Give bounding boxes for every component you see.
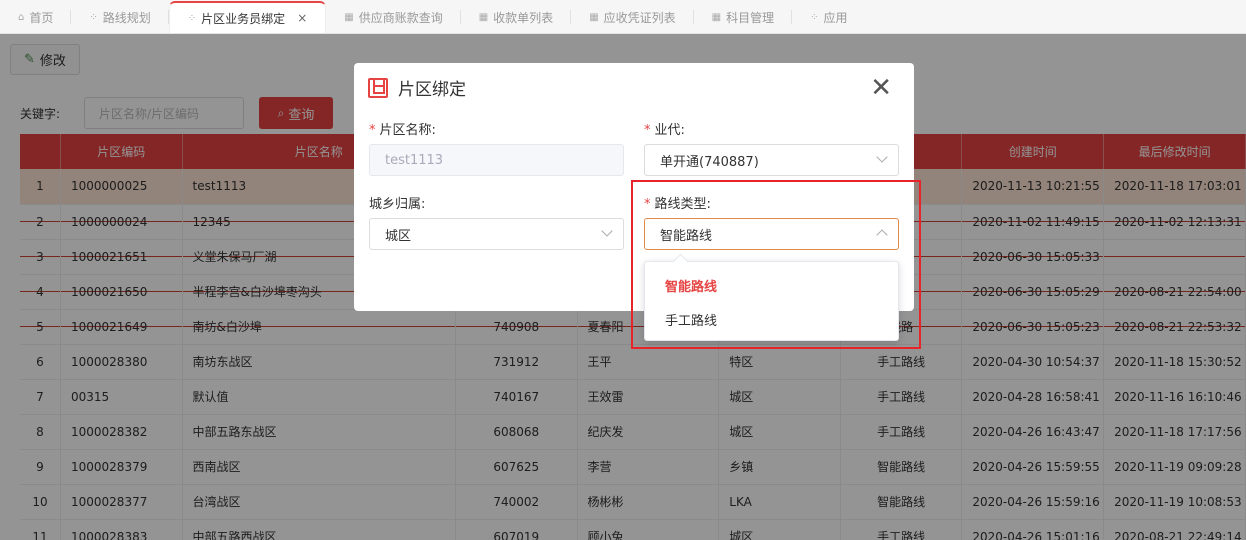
- tab-label: 片区业务员绑定: [201, 11, 286, 26]
- grid-icon: ⁘: [810, 11, 819, 23]
- tab-bar: ⌂ 首页 ⁘ 路线规划 ⁘ 片区业务员绑定 × ▦ 供应商账款查询 ▦ 收款单列表 ▦ 应收凭…: [0, 0, 1246, 34]
- tab-area-binding[interactable]: ⁘ 片区业务员绑定 ×: [168, 1, 327, 33]
- tab-apps[interactable]: ⁘ 应用: [792, 1, 865, 33]
- agent-label: * 业代:: [644, 123, 685, 138]
- close-icon[interactable]: ✕: [870, 75, 892, 101]
- tab-home[interactable]: ⌂ 首页: [0, 1, 72, 33]
- tab-receipt-list[interactable]: ▦ 收款单列表: [461, 1, 572, 33]
- area-name-label: * 片区名称:: [369, 123, 436, 138]
- tab-label: 科目管理: [726, 10, 775, 25]
- highlight-box: [631, 180, 921, 349]
- tab-label: 供应商账款查询: [358, 10, 443, 25]
- dialog-header: 片区绑定: [368, 75, 466, 100]
- tab-label: 首页: [29, 10, 54, 25]
- urban-select[interactable]: 城区: [369, 218, 624, 250]
- chevron-down-icon: [876, 151, 888, 163]
- agent-select[interactable]: 单开通(740887): [644, 144, 899, 176]
- home-icon: ⌂: [18, 11, 25, 23]
- tab-label: 收款单列表: [493, 10, 554, 25]
- close-tab-icon[interactable]: ×: [297, 11, 307, 25]
- dialog-title: 片区绑定: [398, 80, 466, 100]
- save-icon: [368, 77, 388, 98]
- tab-label: 路线规划: [102, 10, 151, 25]
- tab-label: 应用: [823, 10, 848, 25]
- apps-icon: ▦: [589, 11, 599, 23]
- apps-icon: ▦: [478, 11, 489, 23]
- apps-icon: ▦: [711, 11, 722, 23]
- tab-subject-management[interactable]: ▦ 科目管理: [694, 1, 793, 33]
- tab-supplier-account[interactable]: ▦ 供应商账款查询: [326, 1, 461, 33]
- tab-voucher-list[interactable]: ▦ 应收凭证列表: [571, 1, 694, 33]
- chevron-down-icon: [601, 225, 613, 237]
- tab-route-planning[interactable]: ⁘ 路线规划: [71, 1, 169, 33]
- tab-label: 应收凭证列表: [603, 10, 676, 25]
- grid-icon: ⁘: [89, 11, 98, 23]
- urban-label: 城乡归属:: [369, 197, 426, 212]
- apps-icon: ▦: [344, 11, 354, 23]
- grid-icon: ⁘: [187, 12, 197, 24]
- area-name-input: test1113: [369, 144, 624, 176]
